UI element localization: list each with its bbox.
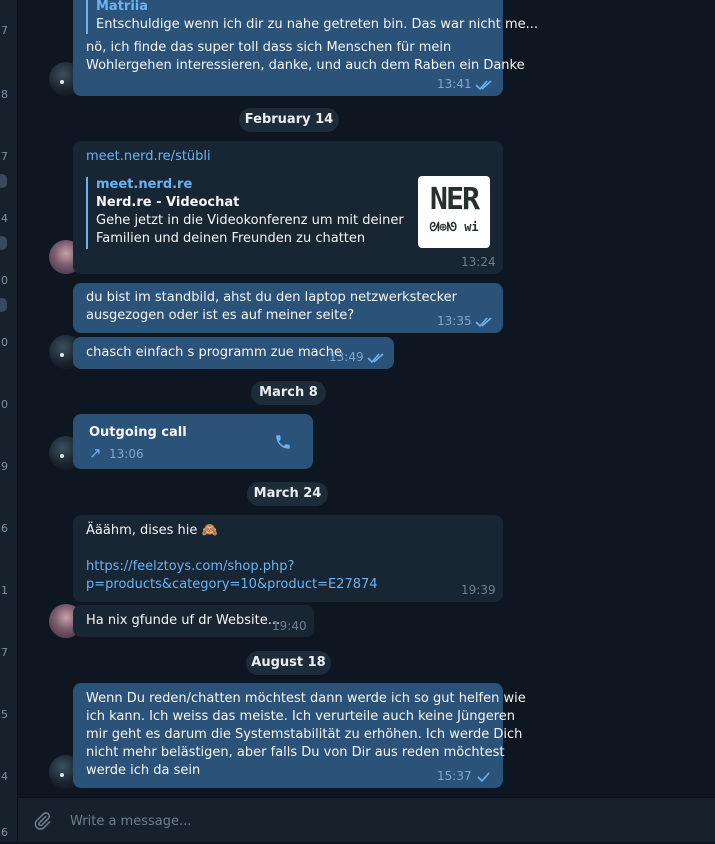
message-time: 19:39 (461, 583, 496, 597)
paperclip-icon[interactable] (32, 810, 52, 832)
message-text: Ääähm, dises hie 🙈 (86, 523, 218, 538)
message-text: Ha nix gfunde uf dr Website... (86, 613, 281, 628)
date-separator: March 8 (251, 381, 326, 405)
unread-count: 8 (1, 88, 8, 101)
message-bubble[interactable]: du bist im standbild, ahst du den laptop… (73, 283, 503, 333)
link-preview-site[interactable]: meet.nerd.re (96, 176, 192, 194)
call-message[interactable]: Outgoing call ↗ 13:06 (73, 414, 313, 469)
message-input[interactable] (68, 798, 672, 844)
unread-count: 4 (1, 770, 8, 783)
date-separator: August 18 (246, 651, 331, 675)
double-check-icon (367, 353, 384, 364)
reply-text: Entschuldige wenn ich dir zu nahe getret… (96, 17, 539, 32)
unread-count: 0 (1, 274, 8, 287)
message-time: 15:37 (437, 769, 472, 783)
message-composer (18, 797, 715, 844)
unread-count: 0 (1, 336, 8, 349)
date-separator: March 24 (247, 482, 328, 506)
message-time: 13:35 (437, 314, 472, 328)
message-bubble[interactable]: Matriia Entschuldige wenn ich dir zu nah… (73, 0, 538, 96)
message-time: 13:24 (461, 255, 496, 269)
message-bubble[interactable]: meet.nerd.re/stübli meet.nerd.re Nerd.re… (73, 141, 503, 274)
message-time: 13:49 (329, 350, 364, 364)
message-text: nö, ich finde das super toll dass sich M… (86, 40, 452, 55)
reply-author: Matriia (96, 0, 149, 14)
message-history[interactable]: Matriia Entschuldige wenn ich dir zu nah… (18, 0, 715, 797)
message-text: nicht mehr belästigen, aber falls Du von… (86, 745, 505, 760)
message-bubble[interactable]: Wenn Du reden/chatten möchtest dann werd… (73, 683, 526, 788)
unread-badge (0, 298, 7, 312)
outgoing-arrow-icon: ↗ (89, 444, 102, 462)
reply-quote[interactable] (86, 0, 88, 34)
link-preview-title: Nerd.re - Videochat (96, 195, 240, 210)
message-link[interactable]: meet.nerd.re/stübli (86, 148, 211, 166)
phone-icon[interactable] (274, 433, 292, 451)
message-bubble[interactable]: chasch einfach s programm zue mache 13:4… (73, 337, 394, 369)
thumbnail-logo-text: NER (429, 182, 480, 217)
message-text: werde ich da sein (86, 763, 201, 778)
link-preview-description: Familien und deinen Freunden zu chatten (96, 231, 366, 246)
unread-count: 6 (1, 522, 8, 535)
message-link[interactable]: https://feelztoys.com/shop.php? (86, 558, 294, 576)
link-preview-description: Gehe jetzt in die Videokonferenz um mit … (96, 213, 404, 228)
message-text: Wohlergehen interessieren, danke, und au… (86, 58, 525, 73)
unread-count: 9 (1, 460, 8, 473)
unread-count: 7 (1, 646, 8, 659)
call-title: Outgoing call (89, 425, 187, 440)
call-time: 13:06 (109, 447, 144, 461)
unread-badge (0, 174, 7, 188)
unread-count: 5 (1, 708, 8, 721)
message-bubble[interactable]: Ääähm, dises hie 🙈 https://feelztoys.com… (73, 515, 503, 602)
message-text: ich kann. Ich weiss das meiste. Ich veru… (86, 709, 515, 724)
message-link[interactable]: p=products&category=10&product=E27874 (86, 576, 378, 594)
message-text: du bist im standbild, ahst du den laptop… (86, 290, 458, 305)
chat-list-strip[interactable]: 7 8 7 4 0 0 0 9 6 1 7 5 4 6 (0, 0, 18, 842)
message-text: Wenn Du reden/chatten möchtest dann werd… (86, 691, 526, 706)
unread-badge (0, 236, 7, 250)
message-text: mir geht es darum die Systemstabilität z… (86, 727, 523, 742)
link-preview-bar (86, 177, 88, 249)
message-text: ausgezogen oder ist es auf meiner seite? (86, 308, 355, 323)
date-separator: February 14 (239, 108, 339, 132)
message-time: 13:41 (437, 77, 472, 91)
thumbnail-sub-text: ᘛ⊕ᘚ wi (429, 220, 479, 234)
unread-count: 6 (1, 826, 8, 839)
unread-count: 7 (1, 24, 8, 37)
unread-count: 1 (1, 584, 8, 597)
message-bubble[interactable]: Ha nix gfunde uf dr Website... 19:40 (73, 605, 314, 637)
unread-count: 0 (1, 398, 8, 411)
unread-count: 7 (1, 150, 8, 163)
double-check-icon (475, 317, 492, 328)
double-check-icon (475, 80, 492, 91)
message-text: chasch einfach s programm zue mache (86, 345, 342, 360)
single-check-icon (477, 772, 490, 783)
unread-count: 4 (1, 212, 8, 225)
link-preview-thumbnail[interactable]: NER ᘛ⊕ᘚ wi (418, 176, 490, 248)
message-time: 19:40 (272, 619, 307, 633)
